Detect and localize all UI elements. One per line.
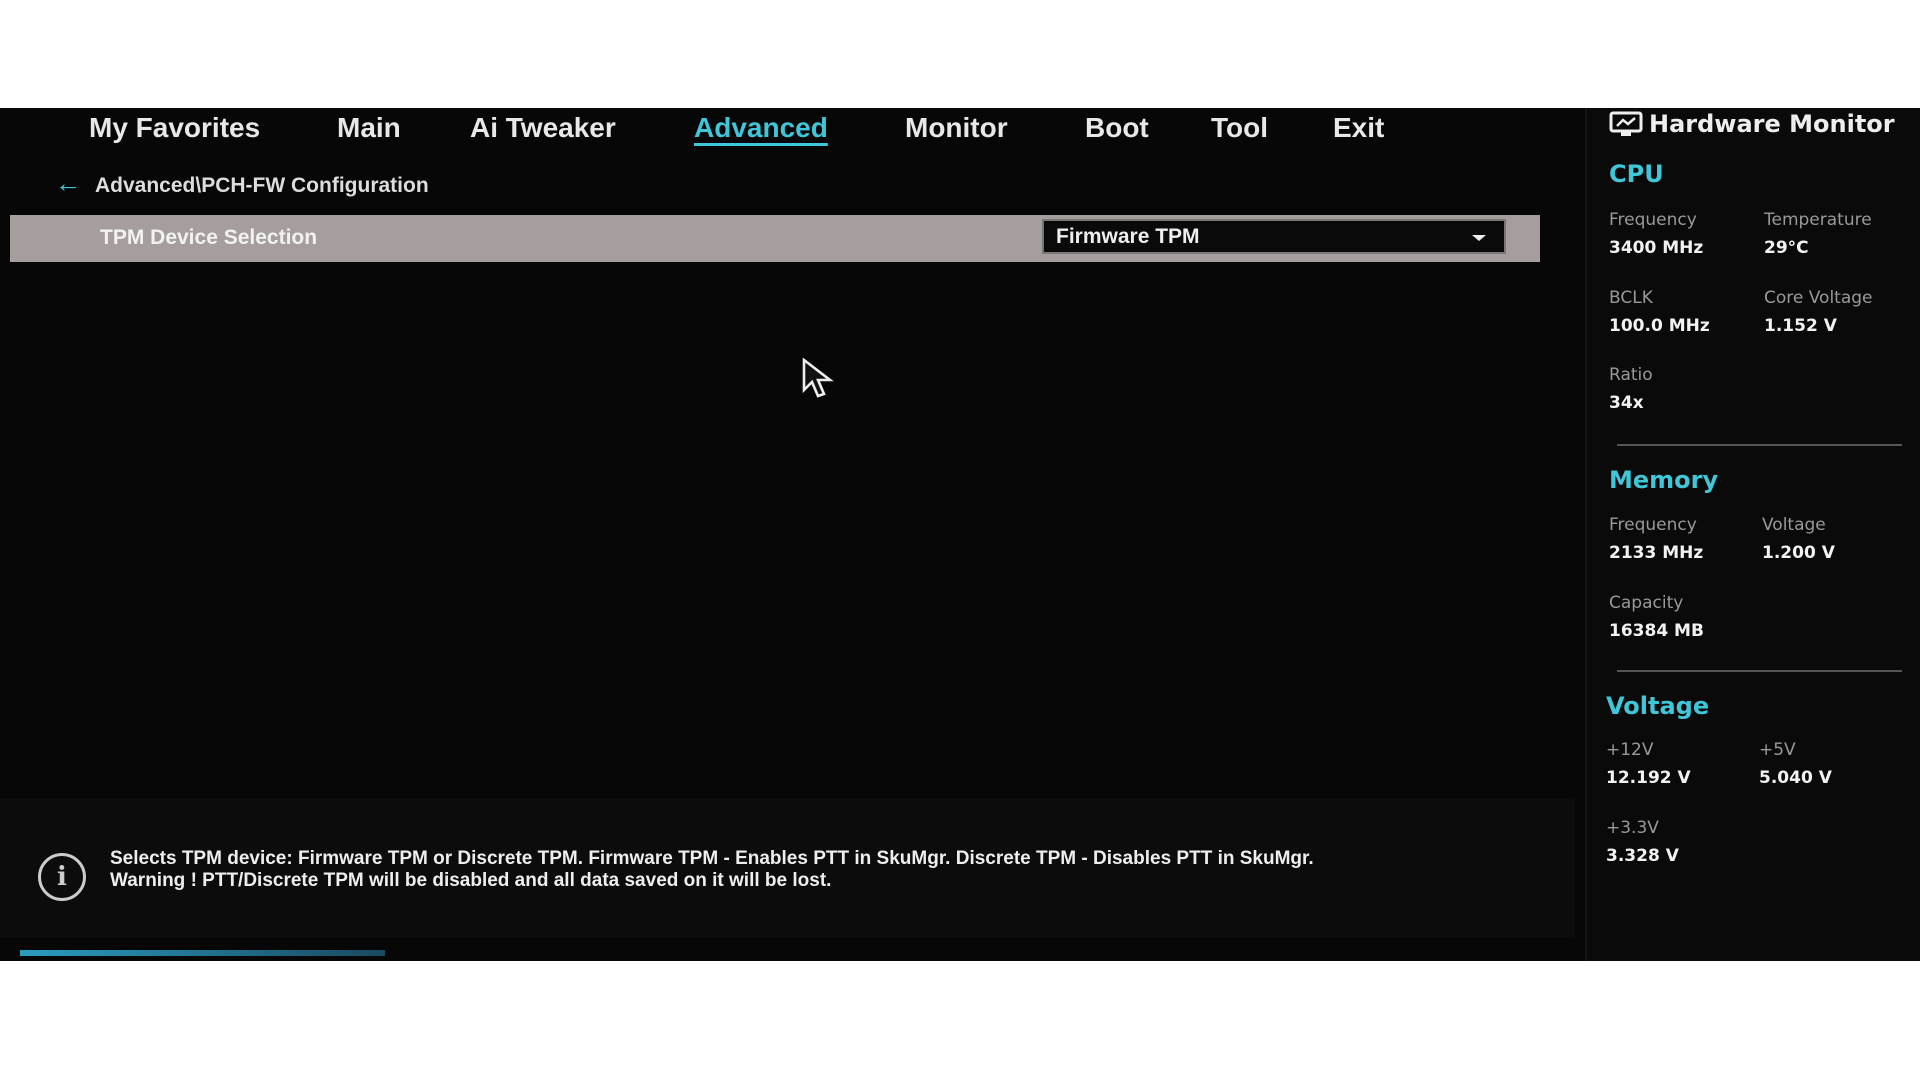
chevron-down-icon [1472,235,1486,241]
bottom-accent-bar [20,950,385,956]
cpu-heading: CPU [1609,160,1664,188]
core-voltage-value: 1.152 V [1764,316,1837,336]
tab-my-favorites[interactable]: My Favorites [89,112,260,144]
hardware-monitor-title: Hardware Monitor [1609,110,1895,138]
breadcrumb-path: Advanced\PCH-FW Configuration [95,174,429,197]
info-icon: i [38,853,86,901]
breadcrumb: ← Advanced\PCH-FW Configuration [55,168,429,199]
memory-voltage-label: Voltage [1762,515,1826,535]
capacity-value: 16384 MB [1609,621,1704,641]
divider [1617,670,1902,672]
cpu-temperature-value: 29°C [1764,238,1809,258]
bclk-label: BCLK [1609,288,1653,308]
bclk-value: 100.0 MHz [1609,316,1710,336]
help-panel: i Selects TPM device: Firmware TPM or Di… [0,798,1575,938]
tab-advanced[interactable]: Advanced [694,112,828,144]
help-text-line: Selects TPM device: Firmware TPM or Disc… [110,848,1314,869]
12v-value: 12.192 V [1606,768,1691,788]
tab-boot[interactable]: Boot [1085,112,1149,144]
cpu-frequency-label: Frequency [1609,210,1697,230]
cpu-temperature-label: Temperature [1764,210,1872,230]
divider [1617,444,1902,446]
memory-frequency-label: Frequency [1609,515,1697,535]
tab-main[interactable]: Main [337,112,401,144]
help-warning-line: Warning ! PTT/Discrete TPM will be disab… [110,870,832,891]
hardware-monitor-label: Hardware Monitor [1649,110,1895,138]
dropdown-value: Firmware TPM [1056,225,1200,248]
setting-label: TPM Device Selection [100,226,318,249]
3v3-label: +3.3V [1606,818,1659,838]
memory-voltage-value: 1.200 V [1762,543,1835,563]
tab-monitor[interactable]: Monitor [905,112,1008,144]
monitor-icon [1609,111,1643,136]
core-voltage-label: Core Voltage [1764,288,1873,308]
setting-row-tpm-device-selection[interactable]: TPM Device Selection Firmware TPM [10,215,1540,262]
tab-exit[interactable]: Exit [1333,112,1384,144]
mouse-cursor-icon [802,358,834,398]
3v3-value: 3.328 V [1606,846,1679,866]
tab-tool[interactable]: Tool [1211,112,1268,144]
tpm-device-dropdown[interactable]: Firmware TPM [1042,219,1506,254]
12v-label: +12V [1606,740,1654,760]
back-arrow-icon[interactable]: ← [55,168,81,198]
5v-label: +5V [1759,740,1796,760]
bios-screen: My Favorites Main Ai Tweaker Advanced Mo… [0,108,1920,961]
capacity-label: Capacity [1609,593,1684,613]
voltage-heading: Voltage [1606,692,1710,720]
memory-heading: Memory [1609,466,1719,494]
ratio-label: Ratio [1609,365,1653,385]
cpu-frequency-value: 3400 MHz [1609,238,1704,258]
hardware-monitor-panel: Hardware Monitor CPU Frequency 3400 MHz … [1585,108,1920,961]
ratio-value: 34x [1609,393,1644,413]
memory-frequency-value: 2133 MHz [1609,543,1704,563]
5v-value: 5.040 V [1759,768,1832,788]
tab-ai-tweaker[interactable]: Ai Tweaker [470,112,616,144]
